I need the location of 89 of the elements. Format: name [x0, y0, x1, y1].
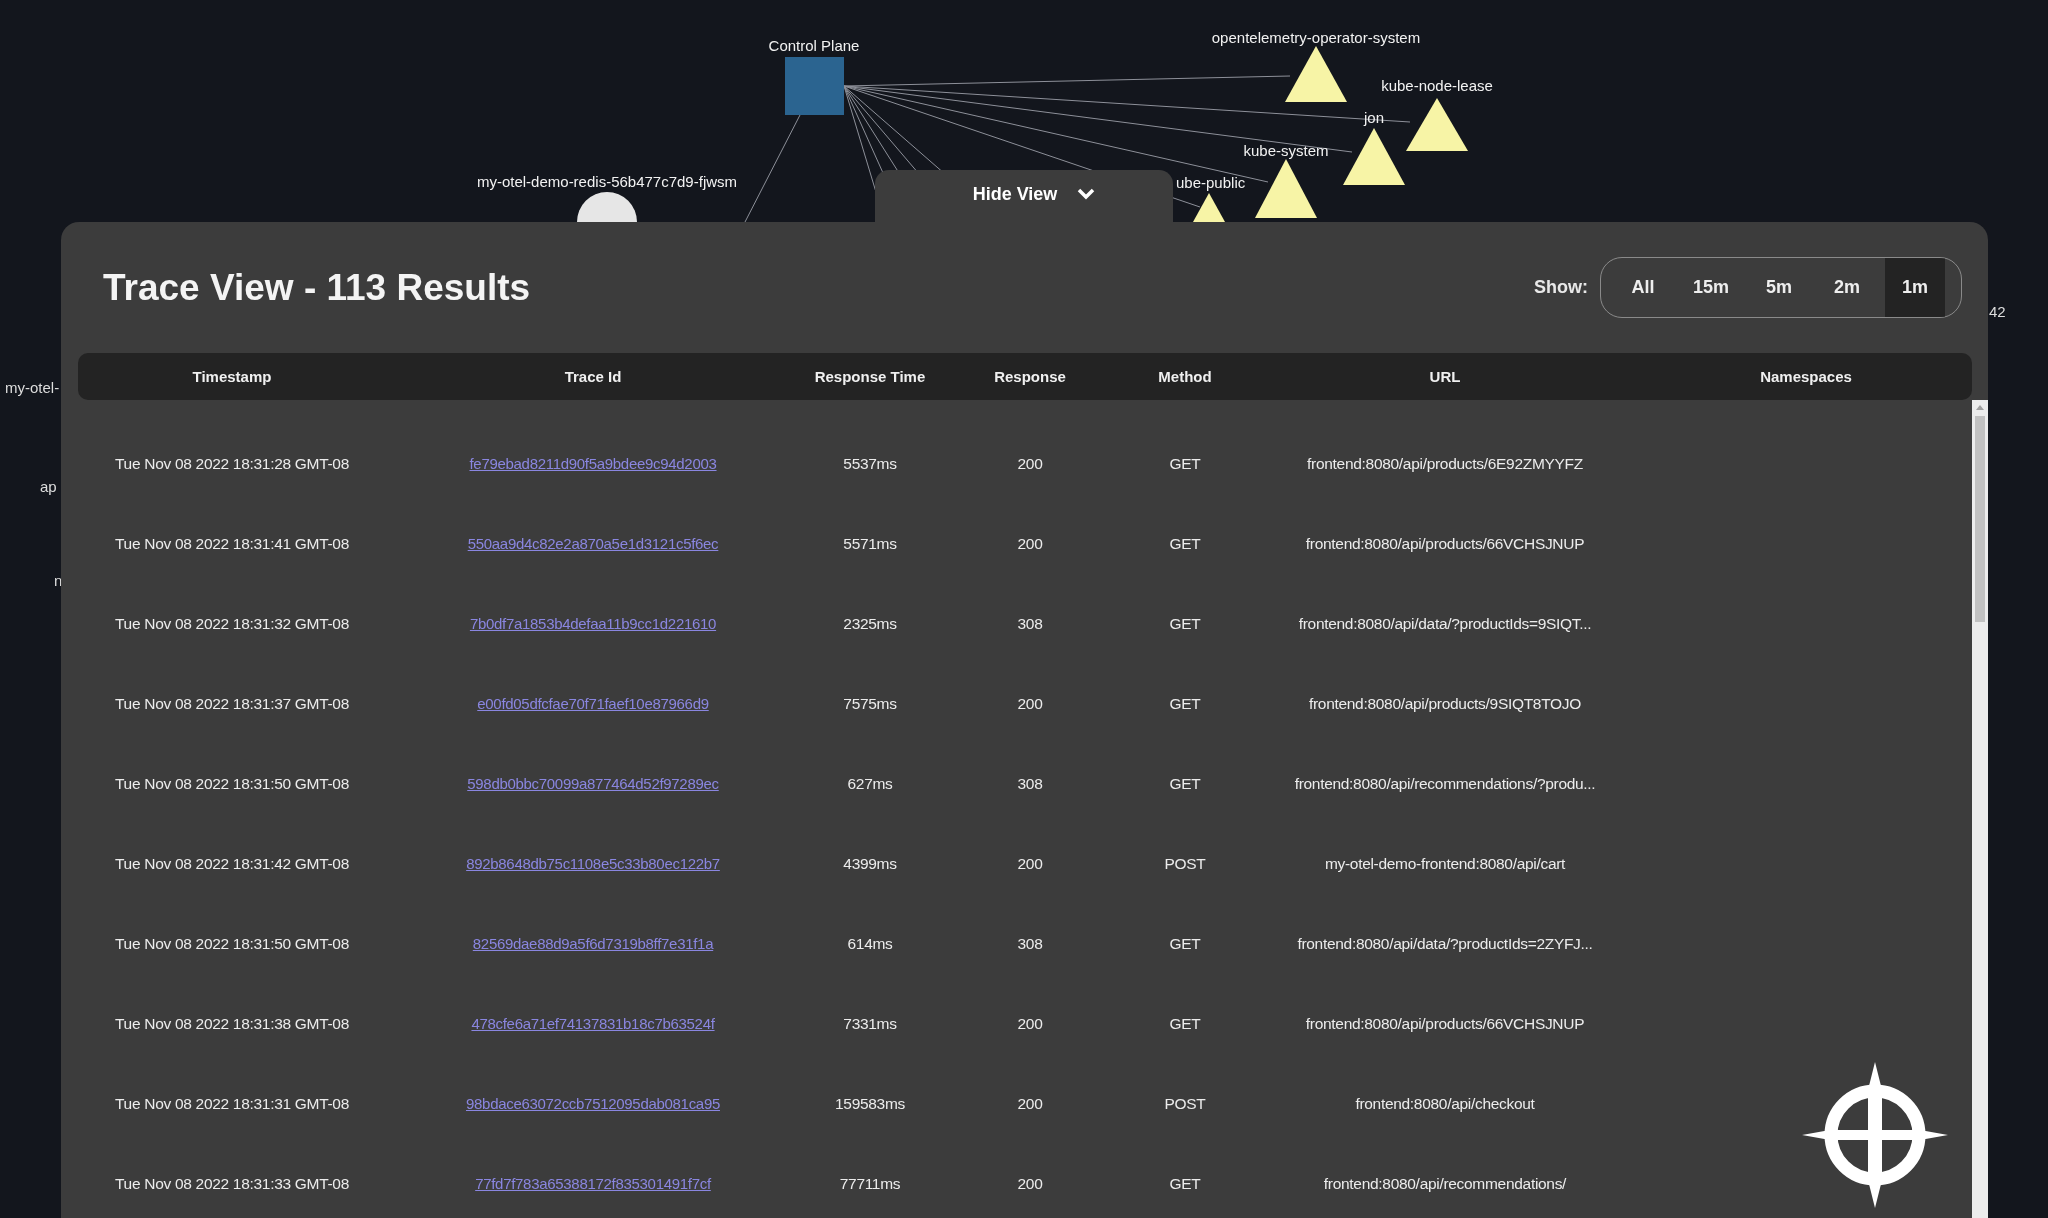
table-cell: 308: [1017, 615, 1043, 632]
node-label: ube-public: [1176, 174, 1246, 191]
table-cell: 627ms: [847, 775, 893, 792]
table-cell: frontend:8080/api/products/66VCHSJNUP: [1305, 1015, 1585, 1032]
table-cell: GET: [1169, 775, 1201, 792]
triangle-node[interactable]: [1406, 98, 1468, 151]
table-cell: Tue Nov 08 2022 18:31:28 GMT-08: [115, 455, 349, 472]
table-cell: 200: [1017, 535, 1043, 552]
table-cell: 4399ms: [843, 855, 897, 872]
triangle-node[interactable]: [1343, 128, 1405, 185]
node-label: my-otel-demo-redis-56b477c7d9-fjwsm: [476, 173, 738, 190]
table-cell: 614ms: [847, 935, 893, 952]
triangle-node[interactable]: [1255, 159, 1317, 218]
node-label: opentelemetry-operator-system: [1211, 29, 1421, 46]
table-cell: frontend:8080/api/checkout: [1355, 1095, 1535, 1112]
table-cell: Tue Nov 08 2022 18:31:50 GMT-08: [115, 935, 349, 952]
table-cell: 5571ms: [843, 535, 897, 552]
table-cell: frontend:8080/api/data/?productIds=2ZYFJ...: [1297, 935, 1593, 952]
scrollbar[interactable]: [1972, 400, 1988, 1218]
table-cell: POST: [1164, 855, 1206, 872]
table-cell: my-otel-demo-frontend:8080/api/cart: [1324, 855, 1566, 872]
column-header[interactable]: Response: [940, 368, 1120, 385]
node-label: n: [54, 572, 63, 589]
trace-id-link[interactable]: fe79ebad8211d90f5a9bdee9c94d2003: [469, 455, 717, 472]
table-cell: GET: [1169, 455, 1201, 472]
table-cell: 7331ms: [843, 1015, 897, 1032]
table-cell: 5537ms: [843, 455, 897, 472]
column-header[interactable]: Timestamp: [78, 368, 386, 385]
column-header[interactable]: Response Time: [800, 368, 940, 385]
table-cell: frontend:8080/api/recommendations/?produ...: [1294, 775, 1596, 792]
table-cell: Tue Nov 08 2022 18:31:41 GMT-08: [115, 535, 349, 552]
table-cell: GET: [1169, 935, 1201, 952]
table-cell: frontend:8080/api/products/66VCHSJNUP: [1305, 535, 1585, 552]
table-cell: frontend:8080/api/data/?productIds=9SIQT...: [1298, 615, 1592, 632]
table-cell: GET: [1169, 1015, 1201, 1032]
table-cell: Tue Nov 08 2022 18:31:31 GMT-08: [115, 1095, 349, 1112]
table-cell: 308: [1017, 935, 1043, 952]
column-header[interactable]: URL: [1250, 368, 1640, 385]
table-cell: GET: [1169, 615, 1201, 632]
table-cell: 7575ms: [843, 695, 897, 712]
table-cell: Tue Nov 08 2022 18:31:38 GMT-08: [115, 1015, 349, 1032]
table-cell: frontend:8080/api/recommendations/: [1323, 1175, 1567, 1192]
table-cell: frontend:8080/api/products/9SIQT8TOJO: [1308, 695, 1582, 712]
node-label: 42: [1989, 303, 2006, 320]
table-cell: Tue Nov 08 2022 18:31:42 GMT-08: [115, 855, 349, 872]
table-cell: 200: [1017, 855, 1043, 872]
table-cell: frontend:8080/api/products/6E92ZMYYFZ: [1307, 455, 1583, 472]
node-label: kube-system: [1243, 142, 1329, 159]
column-header[interactable]: Trace Id: [386, 368, 800, 385]
square-node[interactable]: [785, 57, 844, 115]
node-label: Control Plane: [768, 37, 860, 54]
trace-id-link[interactable]: 98bdace63072ccb7512095dab081ca95: [466, 1095, 720, 1112]
triangle-node[interactable]: [1193, 193, 1225, 222]
node-label: jon: [1364, 109, 1384, 126]
table-cell: 77711ms: [839, 1175, 901, 1192]
node-label: ap: [40, 478, 57, 495]
trace-id-link[interactable]: 892b8648db75c1108e5c33b80ec122b7: [466, 855, 720, 872]
panel-title: Trace View - 113 Results: [103, 266, 531, 309]
node-label: kube-node-lease: [1381, 77, 1493, 94]
table-cell: 200: [1017, 1175, 1043, 1192]
table-cell: 159583ms: [835, 1095, 905, 1112]
table-cell: Tue Nov 08 2022 18:31:50 GMT-08: [115, 775, 349, 792]
table-cell: Tue Nov 08 2022 18:31:33 GMT-08: [115, 1175, 349, 1192]
hide-view-button[interactable]: Hide View: [875, 170, 1173, 222]
table-cell: 200: [1017, 455, 1043, 472]
range-button[interactable]: 15m: [1681, 258, 1741, 317]
trace-id-link[interactable]: 598db0bbc70099a877464d52f97289ec: [467, 775, 719, 792]
table-cell: GET: [1169, 535, 1201, 552]
column-header[interactable]: Namespaces: [1640, 368, 1972, 385]
scrollbar-thumb[interactable]: [1975, 416, 1985, 622]
show-label: Show:: [1534, 277, 1588, 298]
column-header[interactable]: Method: [1120, 368, 1250, 385]
table-cell: 2325ms: [843, 615, 897, 632]
table-cell: 200: [1017, 695, 1043, 712]
triangle-node[interactable]: [1285, 46, 1347, 102]
table-cell: 308: [1017, 775, 1043, 792]
table-cell: 200: [1017, 1095, 1043, 1112]
range-button[interactable]: All: [1613, 258, 1673, 317]
node-label: my-otel-: [5, 379, 60, 396]
table-cell: Tue Nov 08 2022 18:31:37 GMT-08: [115, 695, 349, 712]
table-cell: POST: [1164, 1095, 1206, 1112]
range-button[interactable]: 2m: [1817, 258, 1877, 317]
table-cell: 200: [1017, 1015, 1043, 1032]
table-cell: Tue Nov 08 2022 18:31:32 GMT-08: [115, 615, 349, 632]
table-cell: GET: [1169, 1175, 1201, 1192]
chevron-down-icon: [1077, 188, 1096, 200]
table-cell: GET: [1169, 695, 1201, 712]
range-button[interactable]: 5m: [1749, 258, 1809, 317]
range-button[interactable]: 1m: [1885, 258, 1945, 317]
